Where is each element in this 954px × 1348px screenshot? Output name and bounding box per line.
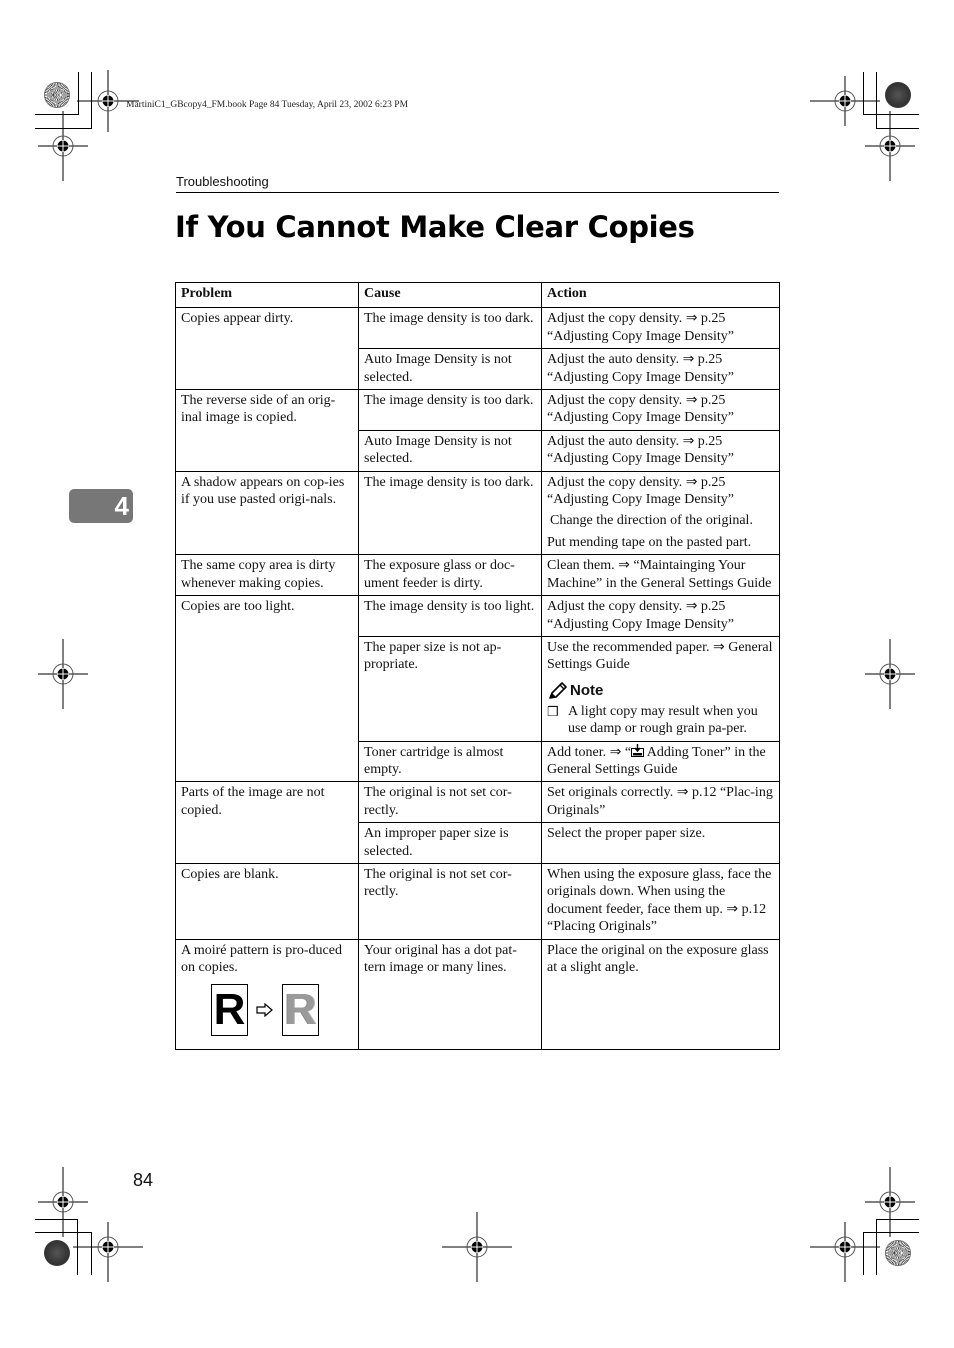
cause-cell: Your original has a dot pat-tern image o… — [358, 938, 542, 1051]
action-cell: Select the proper paper size. — [541, 822, 780, 864]
table-row: Copies appear dirty. The image density i… — [175, 307, 780, 391]
cause-cell: The paper size is not ap-propriate. — [358, 635, 542, 742]
table-row: The reverse side of an orig-inal image i… — [175, 389, 780, 472]
column-header-action: Action — [541, 281, 780, 309]
moire-illustration: R R — [211, 984, 353, 1037]
page-title: If You Cannot Make Clear Copies — [175, 210, 695, 244]
registration-mark-icon — [442, 1212, 512, 1282]
registration-mark-icon — [810, 1222, 880, 1282]
problem-cell: Copies appear dirty. — [175, 307, 359, 391]
crop-mark — [863, 1232, 864, 1275]
registration-mark-icon — [865, 639, 915, 709]
checkbox-icon: ❒ — [547, 703, 559, 719]
chapter-tab: 4 — [69, 489, 133, 523]
problem-cell: The same copy area is dirty whenever mak… — [175, 554, 359, 597]
cause-cell: The original is not set cor-rectly. — [358, 781, 542, 824]
problem-cell: Copies are blank. — [175, 862, 359, 940]
problem-text: A moiré pattern is pro-duced on copies. — [181, 942, 342, 975]
table-row: A moiré pattern is pro-duced on copies. … — [175, 938, 780, 1051]
cause-cell: Toner cartridge is almost empty. — [358, 740, 542, 783]
registration-mark-icon — [865, 111, 915, 181]
note-item: ❒ A light copy may result when you use d… — [547, 703, 774, 738]
table-header-row: Problem Cause Action — [175, 281, 780, 309]
color-registration-rosette — [885, 1240, 911, 1266]
color-registration-rosette — [885, 82, 911, 108]
action-cell: Adjust the copy density. ⇒ p.25 “Adjusti… — [541, 389, 780, 431]
problem-cell: A moiré pattern is pro-duced on copies. … — [175, 938, 359, 1051]
cause-cell: An improper paper size is selected. — [358, 822, 542, 864]
action-paragraph: Adjust the copy density. ⇒ p.25 “Adjusti… — [547, 474, 735, 508]
note-title: Note — [570, 682, 604, 700]
note-heading: Note — [547, 681, 774, 700]
action-cell: Adjust the copy density. ⇒ p.25 “Adjusti… — [541, 595, 780, 637]
action-cell: Adjust the copy density. ⇒ p.25 “Adjusti… — [541, 307, 780, 350]
table-row: Copies are blank. The original is not se… — [175, 862, 780, 940]
action-text: Add toner. ⇒ “ — [547, 744, 632, 760]
table-row: The same copy area is dirty whenever mak… — [175, 554, 780, 597]
cause-cell: The image density is too light. — [358, 595, 542, 637]
action-cell: Place the original on the exposure glass… — [541, 938, 780, 1051]
color-registration-rosette — [44, 1240, 70, 1266]
crop-mark — [876, 1219, 919, 1220]
toner-icon — [631, 743, 645, 757]
note-text: A light copy may result when you use dam… — [568, 703, 758, 737]
action-cell: Add toner. ⇒ “ Adding Toner” in the Gene… — [541, 740, 780, 783]
registration-mark-icon — [73, 1222, 143, 1282]
page-number: 84 — [133, 1170, 154, 1190]
problem-cell: Parts of the image are not copied. — [175, 781, 359, 864]
cause-cell: The original is not set cor-rectly. — [358, 862, 542, 940]
header-rule — [176, 192, 779, 193]
moire-letter-sample: R — [282, 984, 319, 1037]
problem-cell: A shadow appears on cop-ies if you use p… — [175, 470, 359, 556]
crop-mark — [35, 1219, 77, 1220]
column-header-problem: Problem — [175, 281, 359, 309]
action-cell: Adjust the auto density. ⇒ p.25 “Adjusti… — [541, 348, 780, 391]
table-row: Copies are too light. The image density … — [175, 595, 780, 783]
action-paragraph: Change the direction of the original. — [550, 513, 753, 529]
running-head: Troubleshooting — [176, 174, 269, 189]
cause-cell: Auto Image Density is not selected. — [358, 348, 542, 391]
action-cell: Adjust the copy density. ⇒ p.25 “Adjusti… — [541, 470, 780, 556]
original-letter-sample: R — [211, 984, 248, 1037]
action-paragraph: Use the recommended paper. ⇒ General Set… — [547, 639, 773, 673]
cause-cell: The image density is too dark. — [358, 389, 542, 431]
pencil-icon — [549, 681, 567, 699]
table-row: A shadow appears on cop-ies if you use p… — [175, 470, 780, 556]
action-cell: Adjust the auto density. ⇒ p.25 “Adjusti… — [541, 429, 780, 472]
column-header-cause: Cause — [358, 281, 542, 309]
cause-cell: Auto Image Density is not selected. — [358, 429, 542, 472]
troubleshooting-table: Problem Cause Action Copies appear dirty… — [175, 281, 780, 1051]
hollow-arrow-right-icon — [256, 1003, 273, 1018]
crop-mark — [876, 1219, 877, 1275]
problem-cell: The reverse side of an orig-inal image i… — [175, 389, 359, 472]
print-metadata: MartiniC1_GBcopy4_FM.book Page 84 Tuesda… — [126, 100, 409, 110]
action-cell: Clean them. ⇒ “Maintainging Your Machine… — [541, 554, 780, 597]
registration-mark-icon — [38, 639, 88, 709]
crop-mark — [863, 1232, 919, 1233]
action-cell: When using the exposure glass, face the … — [541, 862, 780, 940]
problem-cell: Copies are too light. — [175, 595, 359, 783]
action-cell: Use the recommended paper. ⇒ General Set… — [541, 635, 780, 742]
color-registration-rosette — [44, 82, 70, 108]
action-cell: Set originals correctly. ⇒ p.12 “Plac-in… — [541, 781, 780, 824]
action-paragraph: Put mending tape on the pasted part. — [547, 534, 752, 550]
registration-mark-icon — [38, 111, 88, 181]
table-row: Parts of the image are not copied. The o… — [175, 781, 780, 864]
cause-cell: The image density is too dark. — [358, 307, 542, 350]
cause-cell: The exposure glass or doc-ument feeder i… — [358, 554, 542, 597]
cause-cell: The image density is too dark. — [358, 470, 542, 556]
